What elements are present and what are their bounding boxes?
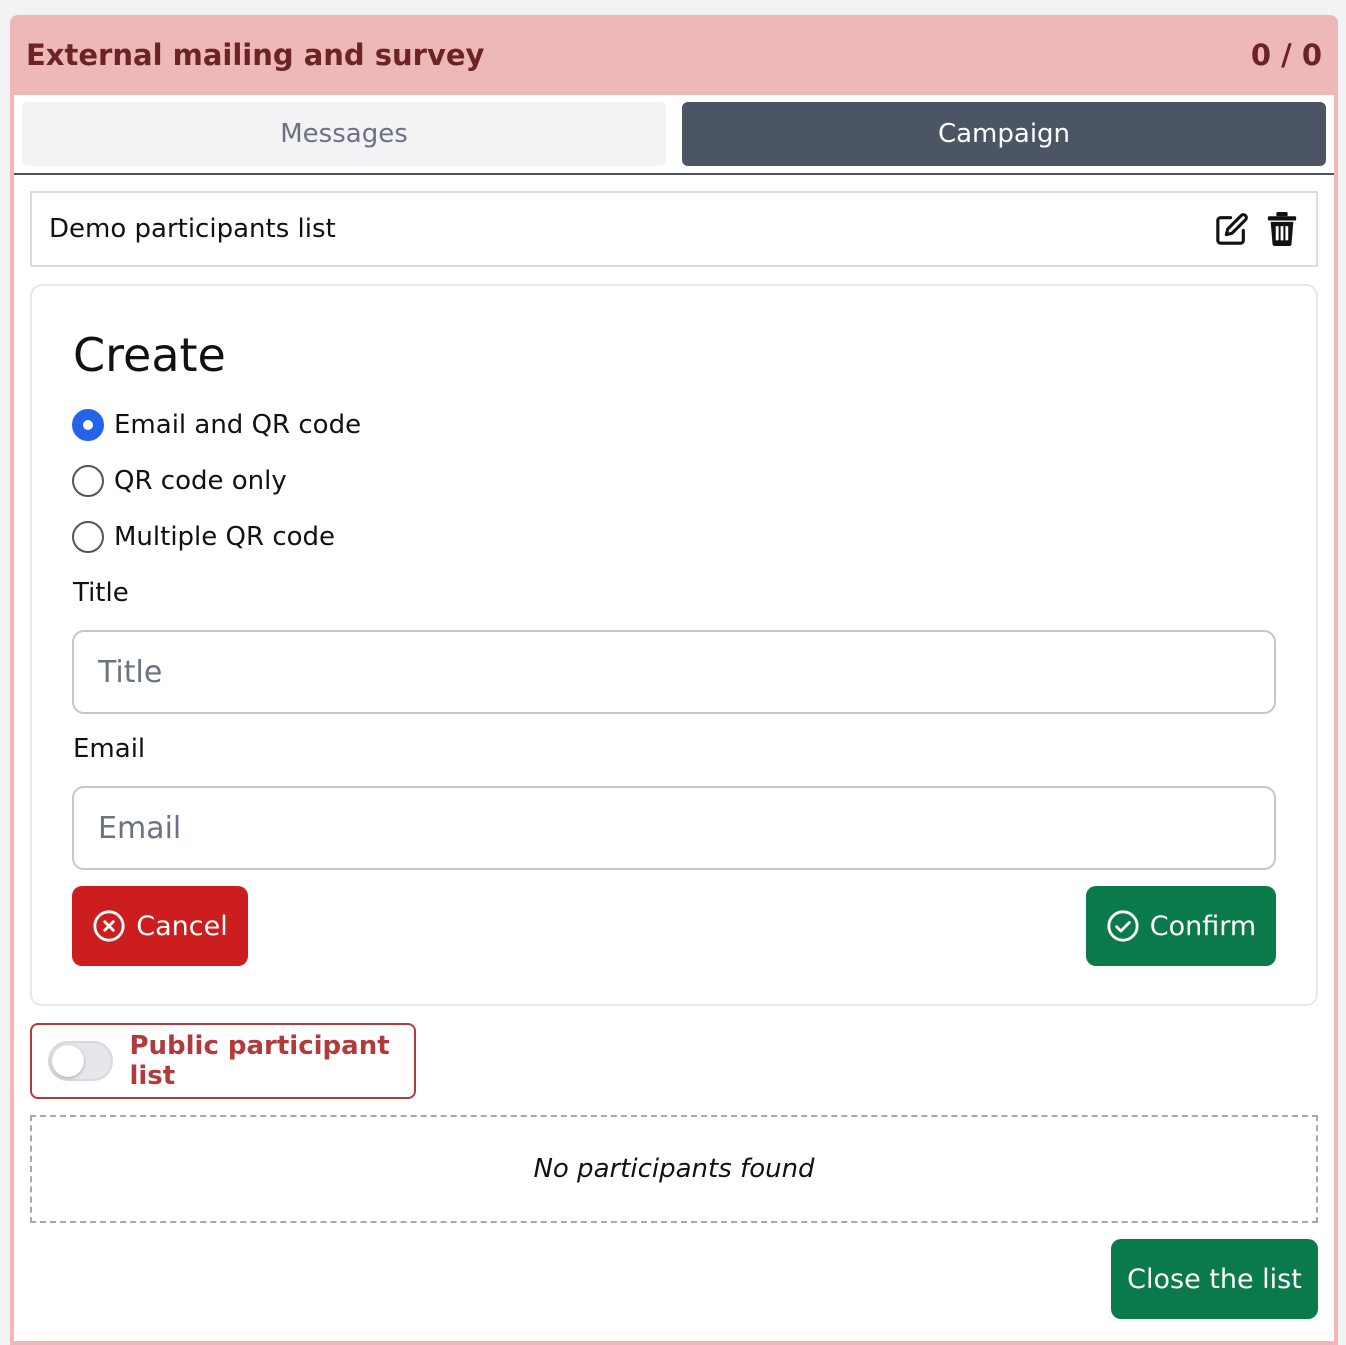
tab-messages[interactable]: Messages — [22, 102, 666, 166]
public-list-toggle[interactable]: Public participant list — [30, 1023, 416, 1099]
list-name: Demo participants list — [49, 214, 336, 244]
option-label: Multiple QR code — [114, 522, 336, 552]
close-circle-icon — [93, 910, 125, 942]
participant-list-bar: Demo participants list — [30, 191, 1318, 267]
confirm-button[interactable]: Confirm — [1086, 886, 1276, 966]
panel-header: External mailing and survey 0 / 0 — [10, 15, 1338, 95]
mailing-panel: External mailing and survey 0 / 0 Messag… — [10, 15, 1338, 1345]
tabs-divider — [14, 173, 1334, 175]
title-label: Title — [73, 578, 129, 608]
trash-icon[interactable] — [1264, 210, 1300, 248]
create-heading: Create — [73, 328, 226, 382]
option-email-and-qr[interactable]: Email and QR code — [72, 409, 361, 441]
radio-multiple-qr[interactable] — [72, 521, 104, 553]
create-form: Create Email and QR code QR code only Mu… — [30, 284, 1318, 1006]
participants-empty-state: No participants found — [30, 1115, 1318, 1223]
option-multiple-qr[interactable]: Multiple QR code — [72, 521, 335, 553]
option-label: Email and QR code — [114, 410, 362, 440]
panel-count: 0 / 0 — [1250, 38, 1322, 72]
email-label: Email — [73, 734, 146, 764]
list-actions — [1214, 210, 1300, 248]
title-input[interactable] — [72, 630, 1276, 714]
check-circle-icon — [1107, 910, 1139, 942]
confirm-label: Confirm — [1149, 910, 1257, 942]
option-qr-only[interactable]: QR code only — [72, 465, 287, 497]
edit-icon[interactable] — [1214, 210, 1250, 248]
radio-qr-only[interactable] — [72, 465, 104, 497]
tab-bar: Messages Campaign — [22, 102, 1326, 166]
toggle-label: Public participant list — [129, 1031, 390, 1091]
option-label: QR code only — [114, 466, 287, 496]
tab-campaign[interactable]: Campaign — [682, 102, 1326, 166]
email-input[interactable] — [72, 786, 1276, 870]
panel-title: External mailing and survey — [26, 38, 485, 72]
cancel-label: Cancel — [136, 910, 228, 942]
radio-email-and-qr[interactable] — [72, 409, 104, 441]
toggle-switch[interactable] — [48, 1041, 114, 1081]
close-list-button[interactable]: Close the list — [1111, 1239, 1318, 1319]
cancel-button[interactable]: Cancel — [72, 886, 248, 966]
